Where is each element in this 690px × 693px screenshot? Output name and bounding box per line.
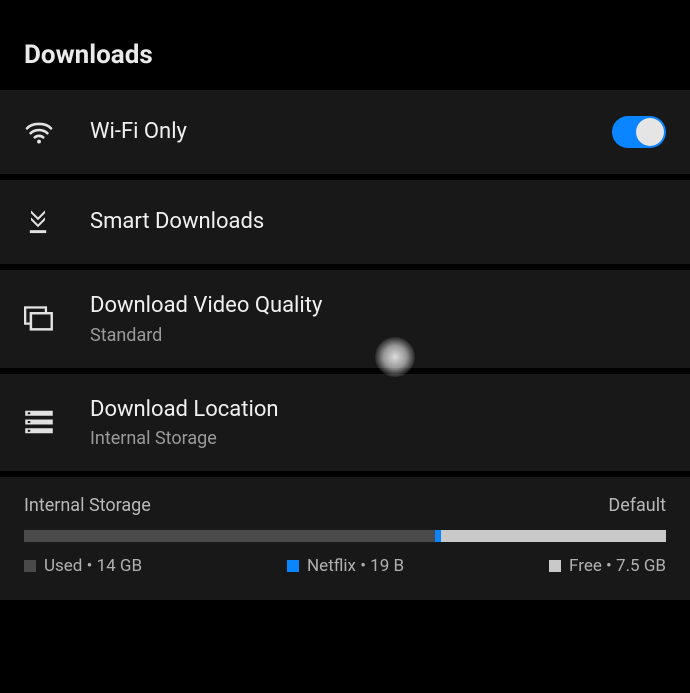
legend-free-text: Free • 7.5 GB <box>569 556 666 576</box>
row-wifi-only[interactable]: Wi-Fi Only <box>0 90 690 180</box>
video-quality-icon <box>24 306 72 332</box>
storage-icon <box>24 409 72 435</box>
legend-netflix-swatch <box>287 560 299 572</box>
legend-used-text: Used • 14 GB <box>44 556 142 576</box>
row-location-subtitle: Internal Storage <box>90 428 666 449</box>
storage-bar-used <box>24 530 435 542</box>
smart-downloads-icon <box>24 208 72 236</box>
storage-panel: Internal Storage Default Used • 14 GB Ne… <box>0 477 690 600</box>
row-smart-title: Smart Downloads <box>90 208 666 237</box>
legend-netflix: Netflix • 19 B <box>287 556 404 576</box>
row-location-title: Download Location <box>90 396 666 425</box>
legend-free-swatch <box>549 560 561 572</box>
storage-bar <box>24 530 666 542</box>
row-download-location[interactable]: Download Location Internal Storage <box>0 374 690 478</box>
wifi-icon <box>24 120 72 144</box>
row-quality-title: Download Video Quality <box>90 292 666 321</box>
legend-free: Free • 7.5 GB <box>549 556 666 576</box>
storage-label: Internal Storage <box>24 495 151 516</box>
wifi-only-toggle[interactable] <box>612 116 666 148</box>
legend-used: Used • 14 GB <box>24 556 142 576</box>
storage-tag: Default <box>608 495 666 516</box>
row-smart-downloads[interactable]: Smart Downloads <box>0 180 690 270</box>
row-video-quality[interactable]: Download Video Quality Standard <box>0 270 690 374</box>
legend-netflix-text: Netflix • 19 B <box>307 556 404 576</box>
legend-used-swatch <box>24 560 36 572</box>
row-wifi-title: Wi-Fi Only <box>90 118 600 147</box>
section-header-downloads: Downloads <box>0 0 690 90</box>
row-quality-subtitle: Standard <box>90 325 666 346</box>
storage-bar-free <box>441 530 666 542</box>
